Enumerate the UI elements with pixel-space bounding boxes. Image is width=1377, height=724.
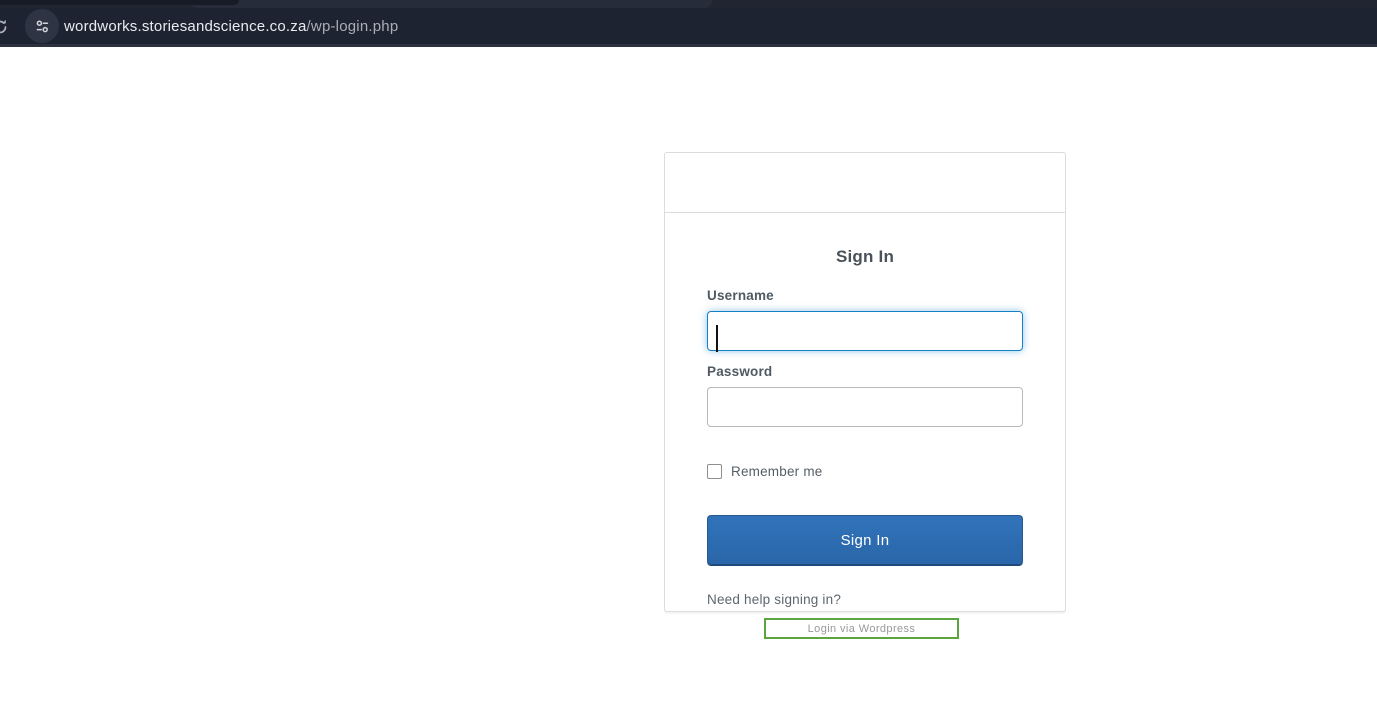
login-page: Sign In Username Password Remember me Si… xyxy=(0,47,1377,724)
need-help-link[interactable]: Need help signing in? xyxy=(707,592,841,607)
username-label: Username xyxy=(707,288,774,303)
address-toolbar: wordworks.storiesandscience.co.za/wp-log… xyxy=(0,8,1377,44)
signin-card: Sign In Username Password Remember me Si… xyxy=(664,152,1066,612)
browser-chrome: wordworks.storiesandscience.co.za/wp-log… xyxy=(0,0,1377,47)
card-logo-area xyxy=(665,153,1065,213)
password-input[interactable] xyxy=(707,387,1023,427)
username-input-wrap xyxy=(707,311,1023,352)
address-bar[interactable]: wordworks.storiesandscience.co.za/wp-log… xyxy=(64,8,398,44)
site-settings-chip[interactable] xyxy=(25,9,59,43)
remember-me-checkbox[interactable] xyxy=(707,464,722,479)
url-domain: wordworks.storiesandscience.co.za xyxy=(64,17,307,35)
inactive-tab[interactable] xyxy=(0,0,239,5)
url-path: /wp-login.php xyxy=(306,17,399,35)
username-input[interactable] xyxy=(707,311,1023,351)
sign-in-button[interactable]: Sign In xyxy=(707,515,1023,565)
login-via-wordpress-button[interactable]: Login via Wordpress xyxy=(764,618,959,639)
tune-icon xyxy=(36,19,48,32)
active-tab[interactable] xyxy=(190,0,712,8)
card-body: Sign In Username Password Remember me Si… xyxy=(665,247,1065,609)
signin-title: Sign In xyxy=(835,247,895,266)
remember-me-label: Remember me xyxy=(731,464,823,479)
tab-strip xyxy=(0,0,1377,8)
reload-icon[interactable] xyxy=(0,17,10,37)
password-label: Password xyxy=(707,364,773,379)
text-caret xyxy=(716,325,718,352)
remember-me-row: Remember me xyxy=(707,464,1023,479)
